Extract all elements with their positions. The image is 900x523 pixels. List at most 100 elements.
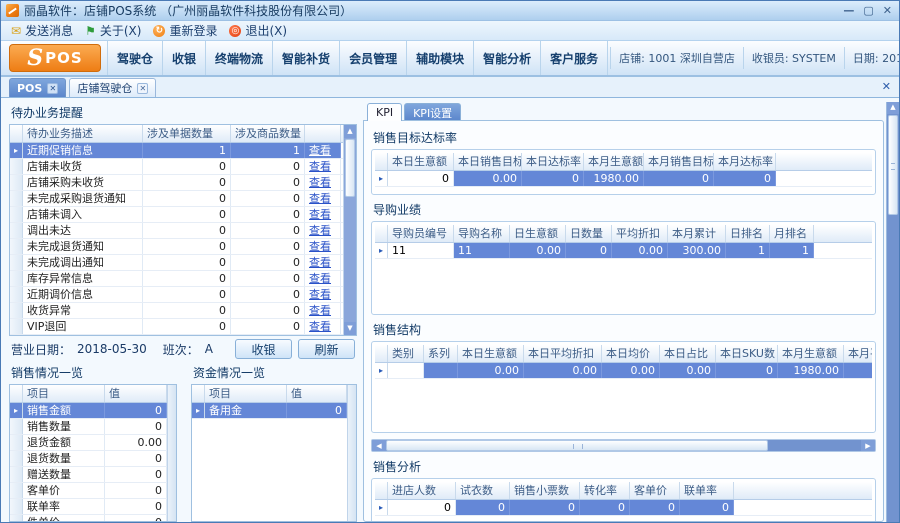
nav-button[interactable]: 终端物流 [206,41,274,75]
table-row[interactable]: 赠送数量 0 [10,467,167,483]
column-header[interactable]: 本日占比 [660,345,716,362]
column-header[interactable]: 日生意额 [510,225,566,242]
close-button[interactable]: ✕ [883,5,892,16]
scroll-up-icon[interactable]: ▲ [887,102,899,114]
menu-send-message[interactable]: ✉ 发送消息 [7,21,79,40]
tabstrip-close-icon[interactable]: ✕ [882,80,891,93]
column-header[interactable]: 导购名称 [454,225,510,242]
view-link[interactable]: 查看 [309,160,331,173]
cashier-button[interactable]: 收银 [235,339,292,359]
column-header[interactable]: 导购员编号 [388,225,454,242]
column-header[interactable]: 联单率 [680,482,734,499]
column-header[interactable]: 本月生意额 [584,153,644,170]
nav-button[interactable]: 客户服务 [541,41,609,75]
table-row[interactable]: 店铺未收货 0 0 查看 [10,159,343,175]
column-header[interactable]: 本日平均折扣 [524,345,602,362]
column-header[interactable]: 本月达标率 [714,153,776,170]
scroll-down-icon[interactable]: ▼ [344,322,356,335]
table-row[interactable]: 库存异常信息 0 0 查看 [10,271,343,287]
column-header[interactable]: 项目 [205,385,287,402]
column-header[interactable]: 本月生意额 [778,345,844,362]
spos-logo[interactable]: S POS [9,44,101,72]
column-header[interactable]: 月排名 [770,225,814,242]
scroll-right-icon[interactable]: ▶ [861,440,875,451]
table-row[interactable]: 退货数量 0 [10,451,167,467]
scrollbar-thumb[interactable] [888,115,898,215]
view-link[interactable]: 查看 [309,192,331,205]
nav-button[interactable]: 智能分析 [474,41,542,75]
column-header[interactable]: 进店人数 [388,482,456,499]
view-link[interactable]: 查看 [309,224,331,237]
horizontal-scrollbar[interactable]: ◀ ▶ [371,439,876,452]
table-row[interactable]: 未完成调出通知 0 0 查看 [10,255,343,271]
column-header[interactable]: 涉及商品数量 [231,125,305,142]
todo-table-scrollbar[interactable]: ▲ ▼ [343,125,356,335]
column-header[interactable]: 平均折扣 [612,225,668,242]
column-header[interactable]: 本日销售目标 [454,153,522,170]
menu-relogin[interactable]: ↻ 重新登录 [149,21,223,40]
tab-close-icon[interactable]: ✕ [137,82,149,94]
table-row[interactable]: 店铺未调入 0 0 查看 [10,207,343,223]
tab-close-icon[interactable]: ✕ [47,82,59,94]
vertical-scrollbar[interactable]: ▲ [886,102,899,522]
scrollbar-thumb[interactable] [345,139,355,197]
minimize-button[interactable]: — [843,5,854,16]
view-link[interactable]: 查看 [309,288,331,301]
column-header[interactable]: 本日生意额 [388,153,454,170]
table-row[interactable]: 未完成退货通知 0 0 查看 [10,239,343,255]
column-header[interactable]: 日数量 [566,225,612,242]
table-row[interactable]: 调出未达 0 0 查看 [10,223,343,239]
sales-table-scrollbar[interactable] [167,385,176,521]
table-row[interactable]: 店铺采购未收货 0 0 查看 [10,175,343,191]
menu-about[interactable]: ⚑ 关于(X) [81,21,147,40]
scrollbar-thumb[interactable] [386,440,769,451]
nav-button[interactable]: 收银 [163,41,207,75]
tab-kpi-settings[interactable]: KPI设置 [404,103,462,121]
table-row[interactable]: VIP退回 0 0 查看 [10,319,343,335]
view-link[interactable]: 查看 [309,144,331,157]
column-header[interactable]: 客单价 [630,482,680,499]
scroll-up-icon[interactable]: ▲ [344,125,356,138]
column-header[interactable]: 涉及单据数量 [143,125,231,142]
column-header[interactable]: 本月平均折扣 [844,345,872,362]
refresh-button[interactable]: 刷新 [298,339,355,359]
table-row[interactable]: ▸ 销售金额 0 [10,403,167,419]
table-row[interactable]: ▸ 近期促销信息 1 1 查看 [10,143,343,159]
table-row[interactable]: ▸ 备用金 0 [192,403,347,419]
column-header[interactable]: 值 [287,385,347,402]
column-header[interactable]: 日排名 [726,225,770,242]
nav-button[interactable]: 会员管理 [340,41,408,75]
nav-button[interactable]: 驾驶仓 [107,41,164,75]
column-header[interactable]: 待办业务描述 [23,125,143,142]
view-link[interactable]: 查看 [309,176,331,189]
table-row[interactable]: ▸ 0 0.00 0 1980.00 0 0 [375,171,872,187]
table-row[interactable]: 未完成采购退货通知 0 0 查看 [10,191,343,207]
table-row[interactable]: 近期调价信息 0 0 查看 [10,287,343,303]
column-header[interactable]: 本月销售目标 [644,153,714,170]
column-header[interactable]: 本日达标率 [522,153,584,170]
maximize-button[interactable]: ▢ [863,5,873,16]
table-row[interactable]: ▸ 0.00 0.00 0.00 0.00 0 1980.00 [375,363,872,379]
table-row[interactable]: ▸ 0 0 0 0 0 0 [375,500,872,516]
table-row[interactable]: ▸ 11 11 0.00 0 0.00 300.00 1 1 [375,243,872,259]
view-link[interactable]: 查看 [309,256,331,269]
table-row[interactable]: 件单价0 [10,515,167,521]
scroll-left-icon[interactable]: ◀ [372,440,386,451]
table-row[interactable]: 客单价 0 [10,483,167,499]
tab-pos[interactable]: POS ✕ [9,78,67,97]
table-row[interactable]: 退货金额 0.00 [10,435,167,451]
table-row[interactable]: 联单率 0 [10,499,167,515]
nav-button[interactable]: 辅助模块 [407,41,475,75]
column-header[interactable] [305,125,341,142]
column-header[interactable]: 本日SKU数 [716,345,778,362]
nav-button[interactable]: 智能补货 [273,41,341,75]
view-link[interactable]: 查看 [309,304,331,317]
column-header[interactable]: 试衣数 [456,482,510,499]
column-header[interactable]: 项目 [23,385,105,402]
menu-exit[interactable]: ◎ 退出(X) [225,21,293,40]
tab-kpi[interactable]: KPI [367,103,403,121]
column-header[interactable]: 类别 [388,345,424,362]
column-header[interactable]: 本月累计 [668,225,726,242]
column-header[interactable]: 值 [105,385,167,402]
column-header[interactable]: 本日生意额 [458,345,524,362]
